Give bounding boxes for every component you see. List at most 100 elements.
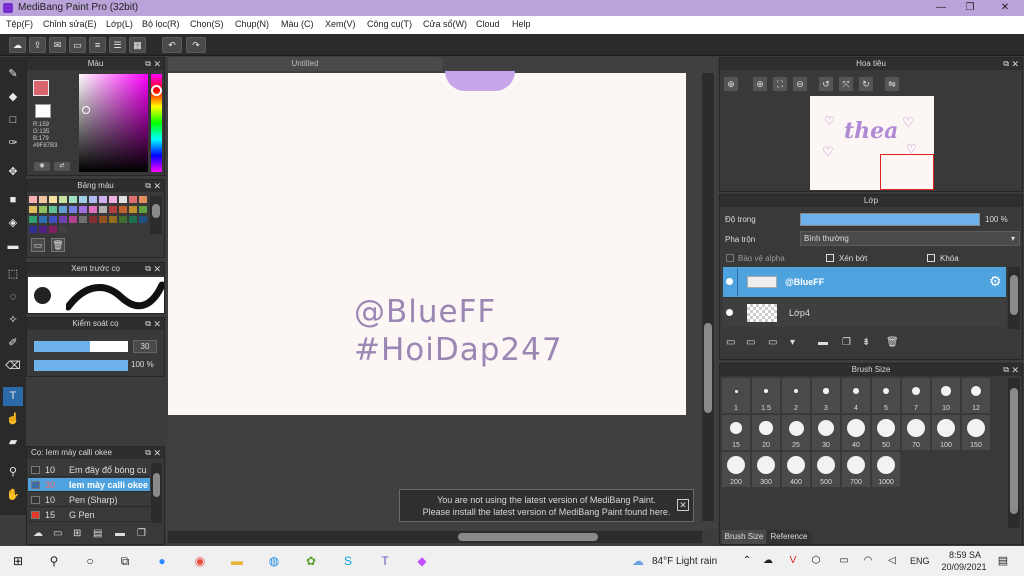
popout-icon[interactable]: ⧉	[1003, 58, 1009, 70]
palette-swatch[interactable]	[119, 196, 127, 203]
palette-swatch[interactable]	[39, 216, 47, 223]
palette-swatch[interactable]	[99, 196, 107, 203]
page-icon[interactable]: ▭	[69, 37, 86, 53]
lock-checkbox[interactable]	[927, 254, 935, 262]
new-layer-icon[interactable]: ▭	[768, 337, 777, 348]
weather-text[interactable]: 84°F Light rain	[652, 556, 717, 567]
menu-color[interactable]: Màu (C)	[281, 19, 314, 29]
fill-rect-tool-icon[interactable]: ■	[3, 191, 23, 210]
task-view-icon[interactable]: ⧉	[117, 553, 133, 569]
palette-swatch[interactable]	[109, 196, 117, 203]
brush-size-option[interactable]: 4	[842, 378, 870, 413]
lasso-icon[interactable]: ◌	[3, 288, 23, 307]
palette-swatch[interactable]	[139, 196, 147, 203]
palette-swatch[interactable]	[49, 206, 57, 213]
cloud-icon[interactable]: ☁	[9, 37, 26, 53]
palette-swatch[interactable]	[129, 206, 137, 213]
popout-icon[interactable]: ⧉	[1003, 364, 1009, 376]
close-icon[interactable]: ✕	[153, 58, 161, 70]
zoom-icon[interactable]: ●	[154, 553, 170, 569]
bucket-tool-icon[interactable]: ◈	[3, 214, 23, 233]
close-button[interactable]: ✕	[990, 0, 1020, 16]
wifi-icon[interactable]: ◠	[860, 553, 876, 569]
visibility-icon[interactable]	[726, 309, 733, 316]
palette-swatch[interactable]	[69, 196, 77, 203]
palette-swatch[interactable]	[89, 196, 97, 203]
brush-list-scrollbar[interactable]	[151, 463, 162, 523]
palette-swatch[interactable]	[119, 216, 127, 223]
palette-swatch[interactable]	[29, 226, 37, 233]
rotate-left-icon[interactable]: ↺	[819, 77, 833, 91]
fit-screen-icon[interactable]: ⛶	[773, 77, 787, 91]
flip-icon[interactable]: ⇋	[885, 77, 899, 91]
rectangle-tool-icon[interactable]: □	[3, 111, 23, 130]
brush-size-slider[interactable]	[34, 341, 128, 352]
brush-size-option[interactable]: 20	[752, 415, 780, 450]
rotate-right-icon[interactable]: ↻	[859, 77, 873, 91]
popout-icon[interactable]: ⧉	[145, 447, 151, 459]
brush-size-option[interactable]: 70	[902, 415, 930, 450]
brush-size-option[interactable]: 12	[962, 378, 990, 413]
brush-settings-icon[interactable]: ▤	[93, 528, 102, 539]
vpn-icon[interactable]: ⬡	[808, 553, 824, 569]
menu-filter[interactable]: Bộ lọc(R)	[142, 19, 180, 29]
grid-icon[interactable]: ▦	[129, 37, 146, 53]
brush-opacity-slider[interactable]	[34, 360, 128, 371]
brush-size-scroll-thumb[interactable]	[1010, 388, 1018, 514]
brush-size-option[interactable]: 3	[812, 378, 840, 413]
palette-swatch[interactable]	[69, 216, 77, 223]
palette-swatch[interactable]	[59, 216, 67, 223]
divide-tool-icon[interactable]: ▰	[3, 433, 23, 452]
canvas-hscroll-thumb[interactable]	[458, 533, 598, 541]
palette-swatch[interactable]	[39, 226, 47, 233]
hue-handle[interactable]	[151, 85, 162, 96]
menu-select[interactable]: Chọn(S)	[190, 19, 224, 29]
windows-start-icon[interactable]: ⊞	[10, 553, 26, 569]
eraser-tool-icon[interactable]: ◆	[3, 88, 23, 107]
brush-list-item[interactable]: 15 G Pen	[28, 508, 150, 522]
palette-swatch[interactable]	[79, 206, 87, 213]
brush-size-option[interactable]: 50	[872, 415, 900, 450]
document-icon[interactable]: ≡	[89, 37, 106, 53]
magic-wand-icon[interactable]: ✧	[3, 311, 23, 330]
new-layer-icon[interactable]: ▭	[746, 337, 755, 348]
brush-size-option[interactable]: 30	[812, 415, 840, 450]
comment-icon[interactable]: ✉	[49, 37, 66, 53]
operation-tool-icon[interactable]: ☝	[3, 410, 23, 429]
sv-picker-handle[interactable]	[82, 106, 90, 114]
close-notice-icon[interactable]: ✕	[677, 499, 689, 511]
undo-icon[interactable]: ↶	[162, 37, 182, 53]
layer-row-selected[interactable]: @BlueFF ⚙	[723, 267, 1006, 297]
canvas-document[interactable]: @BlueFF #HoiDap247	[168, 71, 686, 415]
brush-size-option[interactable]: 15	[722, 415, 750, 450]
protect-alpha-checkbox[interactable]	[726, 254, 734, 262]
palette-swatch[interactable]	[69, 206, 77, 213]
hand-tool-icon[interactable]: ✋	[3, 486, 23, 505]
brush-list-scroll-thumb[interactable]	[153, 473, 160, 497]
brush-size-option[interactable]: 40	[842, 415, 870, 450]
palette-swatch[interactable]	[29, 196, 37, 203]
brush-size-option[interactable]: 200	[722, 452, 750, 487]
navigator-viewport-frame[interactable]	[880, 154, 934, 190]
palette-swatch[interactable]	[49, 226, 57, 233]
color-swap-button[interactable]: ⇄	[54, 162, 70, 171]
list-icon[interactable]: ☰	[109, 37, 126, 53]
teams-icon[interactable]: T	[377, 553, 393, 569]
gradient-tool-icon[interactable]: ▬	[3, 237, 23, 256]
layer-row[interactable]: Lớp4	[723, 299, 1006, 327]
palette-swatch[interactable]	[109, 216, 117, 223]
brush-size-option[interactable]: 700	[842, 452, 870, 487]
new-layer-icon[interactable]: ▭	[726, 337, 735, 348]
zoom-out-icon[interactable]: ⊖	[793, 77, 807, 91]
palette-scroll-thumb[interactable]	[152, 204, 160, 218]
reset-view-icon[interactable]: ⤧	[839, 77, 853, 91]
select-pen-icon[interactable]: ✐	[3, 334, 23, 353]
tab-reference[interactable]: Reference	[766, 530, 812, 544]
brush-size-option[interactable]: 25	[782, 415, 810, 450]
menu-view[interactable]: Xem(V)	[325, 19, 356, 29]
eyedropper-icon[interactable]: ⚲	[3, 463, 23, 482]
canvas-vscroll-thumb[interactable]	[704, 323, 712, 413]
trash-icon[interactable]: 🗑	[886, 337, 899, 348]
palette-scrollbar[interactable]	[150, 196, 162, 234]
popout-icon[interactable]: ⧉	[145, 318, 151, 330]
